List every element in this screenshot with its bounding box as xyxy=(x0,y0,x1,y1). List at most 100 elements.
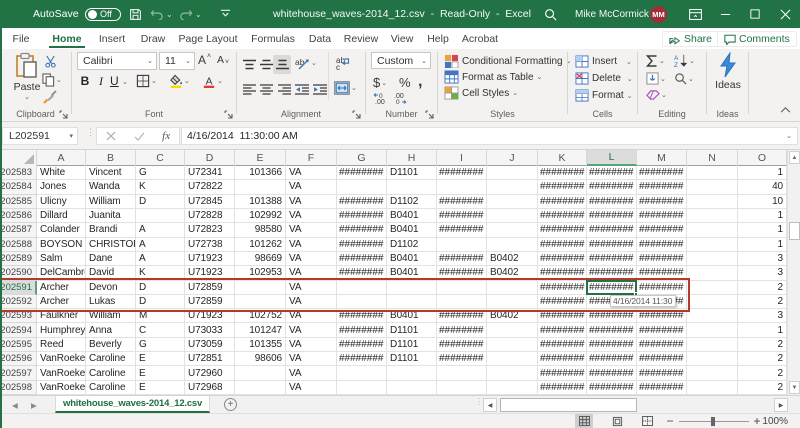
cell-K202598[interactable]: ######## xyxy=(538,381,587,395)
cell-O202588[interactable]: 1 xyxy=(738,238,787,252)
cell-N202598[interactable] xyxy=(687,381,738,395)
cell-L202584[interactable]: ######## xyxy=(587,180,637,194)
cell-H202587[interactable]: B0401 xyxy=(387,223,437,237)
cell-C202584[interactable]: K xyxy=(136,180,185,194)
cell-A202587[interactable]: Colander xyxy=(37,223,86,237)
row-header-202589[interactable]: 202589 xyxy=(0,252,37,266)
cell-I202589[interactable]: ######## xyxy=(437,252,487,266)
cell-O202596[interactable]: 2 xyxy=(738,352,787,366)
cell-K202594[interactable]: ######## xyxy=(538,323,587,337)
formula-input[interactable]: 4/16/2014 11:30:00 AM ⌄ xyxy=(181,127,798,145)
cell-L202588[interactable]: ######## xyxy=(587,238,637,252)
cell-F202589[interactable]: VA xyxy=(286,252,337,266)
font-dialog-launcher-icon[interactable] xyxy=(224,110,233,119)
clipboard-dialog-launcher-icon[interactable] xyxy=(59,110,68,119)
cell-O202584[interactable]: 40 xyxy=(738,180,787,194)
column-header-B[interactable]: B xyxy=(86,150,136,166)
autosave-toggle[interactable]: Off xyxy=(85,8,121,21)
cell-H202595[interactable]: D1101 xyxy=(387,338,437,352)
cell-G202588[interactable]: ######## xyxy=(337,238,387,252)
tab-review[interactable]: Review xyxy=(337,28,385,49)
cell-D202586[interactable]: U72828 xyxy=(185,209,235,223)
sheet-nav-prev-icon[interactable]: ◀ xyxy=(12,396,18,414)
row-header-202596[interactable]: 202596 xyxy=(0,352,37,366)
redo-icon[interactable] xyxy=(177,0,195,28)
cell-I202588[interactable] xyxy=(437,238,487,252)
tab-scroll-splitter[interactable]: ⋮ xyxy=(475,400,483,404)
cell-M202596[interactable]: ######## xyxy=(637,352,687,366)
cell-G202598[interactable] xyxy=(337,381,387,395)
cell-E202583[interactable]: 101366 xyxy=(235,166,286,180)
cell-D202584[interactable]: U72822 xyxy=(185,180,235,194)
column-header-H[interactable]: H xyxy=(387,150,437,166)
clear-button[interactable]: ⌄ xyxy=(646,89,667,101)
bold-button[interactable]: B xyxy=(78,74,92,88)
cell-B202595[interactable]: Beverly xyxy=(86,338,136,352)
cell-D202587[interactable]: U72823 xyxy=(185,223,235,237)
cell-B202597[interactable]: Caroline xyxy=(86,366,136,380)
cell-G202597[interactable] xyxy=(337,366,387,380)
cell-N202593[interactable] xyxy=(687,309,738,323)
add-sheet-icon[interactable]: + xyxy=(224,398,237,411)
cell-A202588[interactable]: BOYSON xyxy=(37,238,86,252)
select-all-corner[interactable] xyxy=(0,150,37,166)
minimize-icon[interactable] xyxy=(714,0,736,28)
cell-B202589[interactable]: Dane xyxy=(86,252,136,266)
column-header-J[interactable]: J xyxy=(487,150,538,166)
cell-I202594[interactable]: ######## xyxy=(437,323,487,337)
cell-L202589[interactable]: ######## xyxy=(587,252,637,266)
tab-insert[interactable]: Insert xyxy=(92,28,132,49)
cell-C202596[interactable]: E xyxy=(136,352,185,366)
cell-H202598[interactable] xyxy=(387,381,437,395)
horizontal-scrollbar[interactable]: ◀ ▶ xyxy=(483,398,798,412)
cell-A202584[interactable]: Jones xyxy=(37,180,86,194)
column-header-C[interactable]: C xyxy=(136,150,185,166)
cell-M202584[interactable]: ######## xyxy=(637,180,687,194)
cell-F202596[interactable]: VA xyxy=(286,352,337,366)
format-painter-button[interactable] xyxy=(42,90,57,104)
cell-G202595[interactable]: ######## xyxy=(337,338,387,352)
zoom-in-icon[interactable]: + xyxy=(752,414,762,428)
cell-N202597[interactable] xyxy=(687,366,738,380)
cell-D202596[interactable]: U72851 xyxy=(185,352,235,366)
quick-access-toolbar-icon[interactable] xyxy=(216,0,234,28)
cell-K202589[interactable]: ######## xyxy=(538,252,587,266)
share-button[interactable]: Share xyxy=(662,31,719,47)
cell-H202584[interactable] xyxy=(387,180,437,194)
cell-F202588[interactable]: VA xyxy=(286,238,337,252)
cell-F202584[interactable]: VA xyxy=(286,180,337,194)
borders-button[interactable]: ⌄ xyxy=(136,74,157,88)
cell-J202595[interactable] xyxy=(487,338,538,352)
orientation-button[interactable]: ab ⌄ xyxy=(295,56,317,70)
cell-N202594[interactable] xyxy=(687,323,738,337)
cell-C202589[interactable]: A xyxy=(136,252,185,266)
cell-D202595[interactable]: U73059 xyxy=(185,338,235,352)
cell-A202586[interactable]: Dillard xyxy=(37,209,86,223)
cell-O202592[interactable]: 2 xyxy=(738,295,787,309)
cell-N202588[interactable] xyxy=(687,238,738,252)
cell-I202597[interactable] xyxy=(437,366,487,380)
cell-B202596[interactable]: Caroline xyxy=(86,352,136,366)
cell-A202596[interactable]: VanRoekel xyxy=(37,352,86,366)
cell-J202585[interactable] xyxy=(487,195,538,209)
page-layout-view-button[interactable] xyxy=(608,414,626,428)
cell-E202594[interactable]: 101247 xyxy=(235,323,286,337)
cell-D202597[interactable]: U72960 xyxy=(185,366,235,380)
format-cells-button[interactable]: Format ⌄ xyxy=(575,89,633,102)
cell-M202585[interactable]: ######## xyxy=(637,195,687,209)
cell-C202583[interactable]: G xyxy=(136,166,185,180)
close-icon[interactable] xyxy=(774,0,796,28)
tab-draw[interactable]: Draw xyxy=(134,28,172,49)
cell-C202585[interactable]: D xyxy=(136,195,185,209)
cell-C202595[interactable]: G xyxy=(136,338,185,352)
cell-J202584[interactable] xyxy=(487,180,538,194)
align-left-button[interactable] xyxy=(241,82,257,97)
cell-A202585[interactable]: Ulicny xyxy=(37,195,86,209)
cell-M202597[interactable]: ######## xyxy=(637,366,687,380)
cell-A202583[interactable]: White xyxy=(37,166,86,180)
cell-M202589[interactable]: ######## xyxy=(637,252,687,266)
cell-G202594[interactable]: ######## xyxy=(337,323,387,337)
cell-A202595[interactable]: Reed xyxy=(37,338,86,352)
fill-color-button[interactable]: ⌄ xyxy=(169,74,190,88)
cell-A202594[interactable]: Humphrey xyxy=(37,323,86,337)
